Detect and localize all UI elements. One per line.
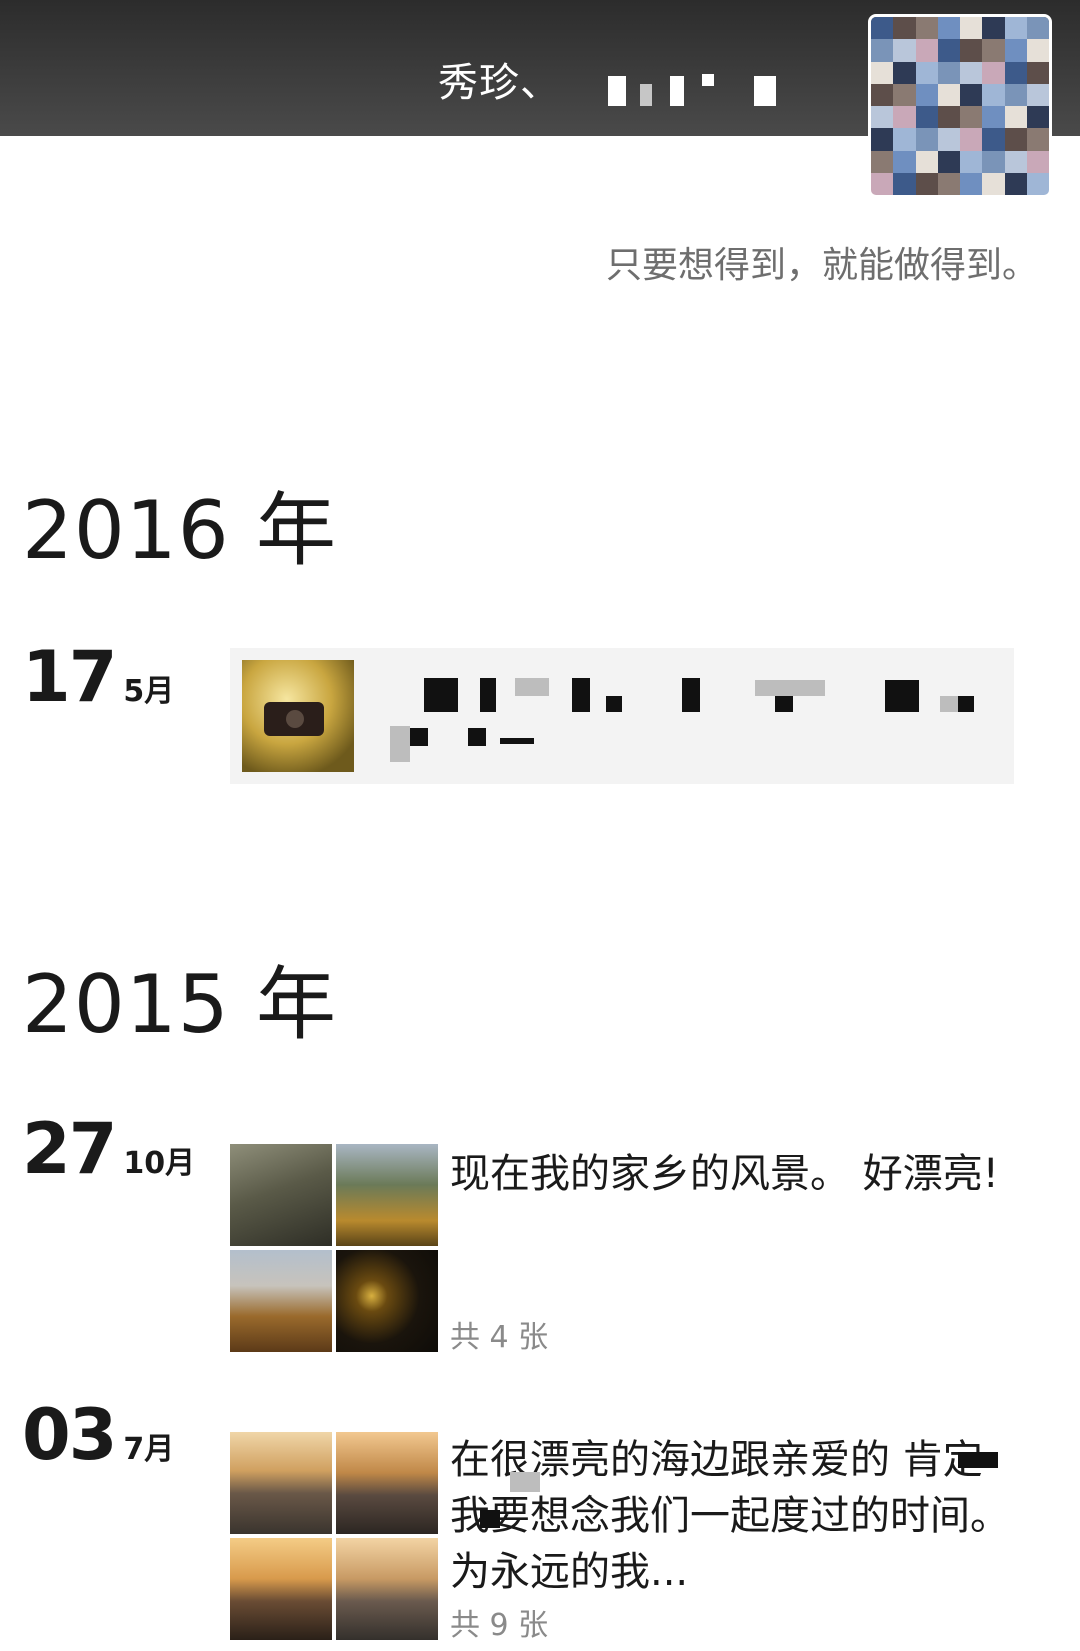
post-month: 10月 (123, 1146, 196, 1181)
photo-grid[interactable] (230, 1144, 438, 1352)
year-heading: 2015 年 (22, 958, 338, 1051)
post-day: 27 (22, 1108, 117, 1190)
photo-thumbnail[interactable] (336, 1432, 438, 1534)
cover-title: 秀珍、 (438, 60, 561, 106)
photo-thumbnail[interactable] (230, 1250, 332, 1352)
year-heading: 2016 年 (22, 484, 338, 577)
photo-thumbnail[interactable] (230, 1144, 332, 1246)
profile-signature: 只要想得到，就能做得到。 (605, 245, 1038, 286)
post-date: 27 10月 (22, 1108, 195, 1190)
photo-thumbnail[interactable] (230, 1538, 332, 1640)
post-date: 03 7月 (22, 1394, 174, 1476)
photo-thumbnail[interactable] (336, 1250, 438, 1352)
post-date: 17 5月 (22, 636, 174, 718)
cover-title-redacted (608, 74, 776, 106)
photo-grid[interactable] (230, 1432, 438, 1640)
post-day: 17 (22, 636, 117, 718)
post-month: 5月 (123, 674, 175, 709)
photo-count: 共 4 张 (450, 1320, 549, 1355)
photo-thumbnail[interactable] (336, 1144, 438, 1246)
photo-thumbnail[interactable] (336, 1538, 438, 1640)
photo-thumbnail[interactable] (230, 1432, 332, 1534)
photo-count: 共 9 张 (450, 1608, 549, 1643)
post-text[interactable]: 现在我的家乡的风景。 好漂亮! (450, 1146, 1020, 1202)
post-text[interactable]: 在很漂亮的海边跟亲爱的 肯定我要想念我们一起度过的时间。为永远的我... (450, 1432, 1020, 1600)
post-day: 03 (22, 1394, 117, 1476)
shared-link-post[interactable] (230, 648, 1014, 784)
avatar[interactable] (868, 14, 1052, 198)
post-thumbnail-camera (242, 660, 354, 772)
post-month: 7月 (123, 1432, 175, 1467)
